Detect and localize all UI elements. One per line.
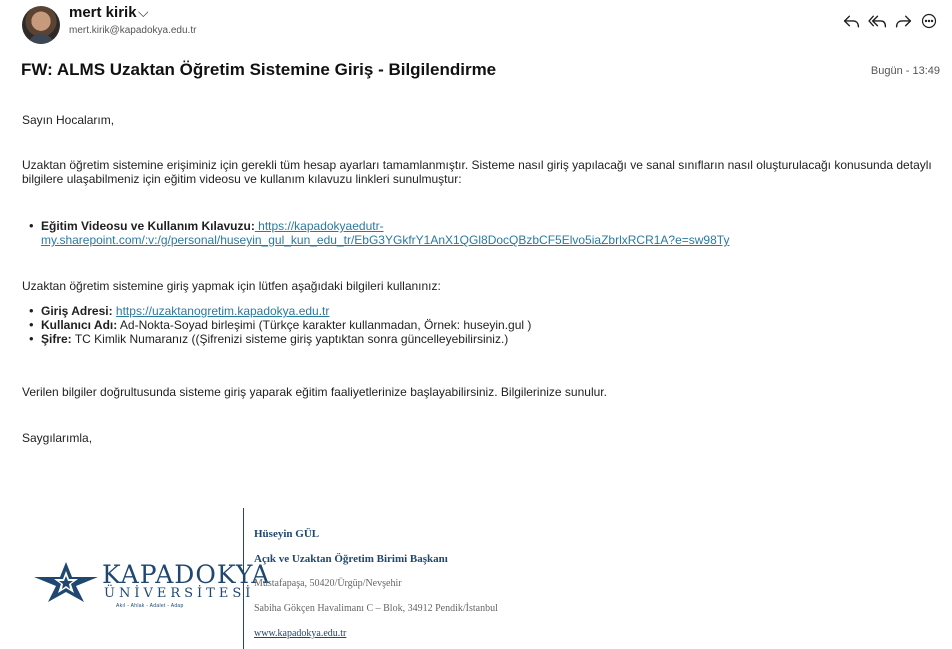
signature-divider: [243, 508, 244, 649]
more-icon[interactable]: [918, 10, 940, 32]
video-list: Eğitim Videosu ve Kullanım Kılavuzu: htt…: [22, 219, 937, 247]
forward-icon[interactable]: [892, 10, 914, 32]
signature-website: www.kapadokya.edu.tr: [254, 628, 346, 639]
logo-name: KAPADOKYA: [102, 560, 271, 589]
reply-all-icon[interactable]: [866, 10, 888, 32]
password-text: TC Kimlik Numaranız ((Şifrenizi sisteme …: [74, 332, 509, 346]
message-body: Sayın Hocalarım, Uzaktan öğretim sistemi…: [22, 113, 937, 445]
signature-address-2: Sabiha Gökçen Havalimanı C – Blok, 34912…: [254, 603, 498, 614]
message-actions: [840, 10, 940, 32]
sender-avatar[interactable]: [22, 6, 60, 44]
password-label: Şifre:: [41, 332, 72, 346]
university-logo: KAPADOKYA ÜNİVERSİTESİ Akıl - Ahlak - Ad…: [32, 558, 269, 613]
login-intro: Uzaktan öğretim sistemine giriş yapmak i…: [22, 279, 441, 293]
logo-motto: Akıl - Ahlak - Adalet - Adap: [116, 603, 184, 609]
website-link[interactable]: www.kapadokya.edu.tr: [254, 628, 346, 639]
list-item: Şifre: TC Kimlik Numaranız ((Şifrenizi s…: [29, 332, 937, 346]
video-label: Eğitim Videosu ve Kullanım Kılavuzu:: [41, 219, 255, 233]
star-emblem-icon: [34, 562, 98, 602]
list-item: Eğitim Videosu ve Kullanım Kılavuzu: htt…: [29, 219, 937, 247]
username-label: Kullanıcı Adı:: [41, 318, 118, 332]
login-address-label: Giriş Adresi:: [41, 304, 113, 318]
login-address-link[interactable]: https://uzaktanogretim.kapadokya.edu.tr: [116, 304, 329, 318]
list-item: Giriş Adresi: https://uzaktanogretim.kap…: [29, 304, 937, 318]
list-item: Kullanıcı Adı: Ad-Nokta-Soyad birleşimi …: [29, 318, 937, 332]
signature-name: Hüseyin GÜL: [254, 528, 320, 540]
message-date: Bugün - 13:49: [870, 65, 940, 77]
sender-email[interactable]: mert.kirik@kapadokya.edu.tr: [69, 25, 196, 36]
logo-subtitle: ÜNİVERSİTESİ: [104, 586, 255, 601]
reply-icon[interactable]: [840, 10, 862, 32]
signature-address-1: Mustafapaşa, 50420/Ürgüp/Nevşehir: [254, 578, 402, 589]
login-info-list: Giriş Adresi: https://uzaktanogretim.kap…: [22, 304, 937, 346]
sender-name[interactable]: mert kirik: [69, 4, 137, 21]
greeting: Sayın Hocalarım,: [22, 113, 115, 127]
closing-paragraph: Verilen bilgiler doğrultusunda sisteme g…: [22, 385, 607, 399]
signoff: Saygılarımla,: [22, 431, 93, 445]
message-subject: FW: ALMS Uzaktan Öğretim Sistemine Giriş…: [21, 60, 497, 79]
intro-paragraph: Uzaktan öğretim sistemine erişiminiz içi…: [22, 158, 932, 186]
signature-title: Açık ve Uzaktan Öğretim Birimi Başkanı: [254, 553, 448, 565]
message-header: mert kirik ⌵ mert.kirik@kapadokya.edu.tr: [0, 0, 952, 50]
chevron-down-icon[interactable]: ⌵: [138, 4, 149, 21]
username-text: Ad-Nokta-Soyad birleşimi (Türkçe karakte…: [119, 318, 532, 332]
email-signature: KAPADOKYA ÜNİVERSİTESİ Akıl - Ahlak - Ad…: [22, 508, 542, 649]
